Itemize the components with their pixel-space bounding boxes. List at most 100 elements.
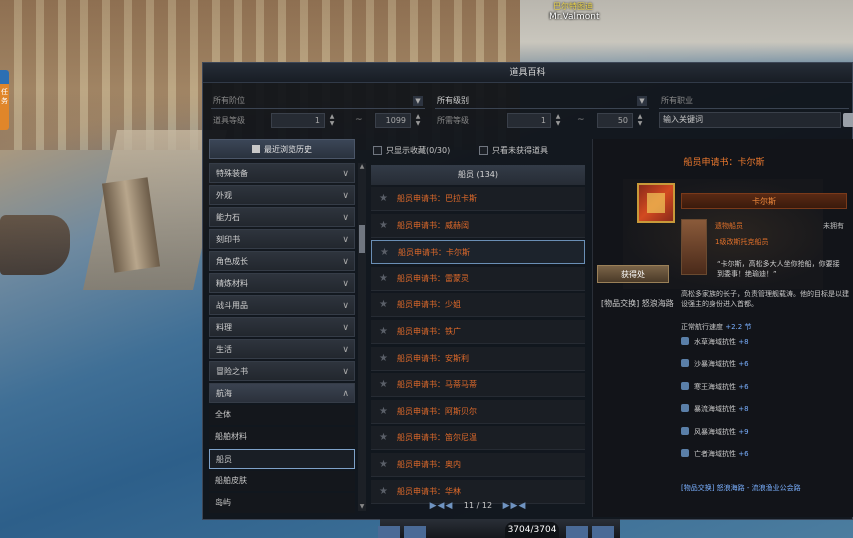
- item-level-max-input[interactable]: 1099: [375, 113, 411, 128]
- only-unobtained-checkbox[interactable]: 只看未获得道具: [479, 143, 548, 157]
- range-separator: ~: [355, 115, 363, 125]
- star-icon[interactable]: ★: [379, 214, 388, 238]
- list-item[interactable]: ★ 船员申请书：铁广: [371, 319, 585, 344]
- range-separator: ~: [577, 115, 585, 125]
- npc-name-label[interactable]: Mr.Valmont: [549, 12, 599, 22]
- chevron-down-icon: ∨: [342, 257, 349, 267]
- list-item[interactable]: ★ 船员申请书：阿斯贝尔: [371, 399, 585, 424]
- item-encyclopedia-window: 道具百科 所有阶位 ▼ 所有级别 ▼ 所有职业 道具等级 1 ▲ ▼ ~ 1099…: [202, 62, 853, 520]
- star-icon[interactable]: ★: [379, 347, 388, 371]
- skill-slot-icon[interactable]: [566, 526, 588, 538]
- resistance-label: 寒王海域抗性: [694, 383, 736, 391]
- required-level-min-stepper[interactable]: ▲ ▼: [553, 113, 563, 128]
- category-item[interactable]: 特殊装备 ∨: [209, 163, 355, 183]
- list-item[interactable]: ★ 船员申请书：巴拉卡斯: [371, 187, 585, 211]
- pagination: ▶◀◀ 11 / 12 ▶▶◀: [371, 497, 585, 515]
- star-icon[interactable]: ★: [380, 241, 389, 265]
- item-label: 船员申请书：马蒂马蒂: [397, 380, 477, 390]
- page-indicator: 11 / 12: [463, 501, 493, 510]
- resistance-label: 沙暴海域抗性: [694, 360, 736, 368]
- skill-slot-icon[interactable]: [378, 526, 400, 538]
- star-icon[interactable]: ★: [379, 267, 388, 291]
- checkbox-box[interactable]: [479, 145, 488, 155]
- list-item[interactable]: ★ 船员申请书：少姐: [371, 293, 585, 318]
- chevron-down-icon: ▼: [413, 96, 423, 106]
- star-icon[interactable]: ★: [379, 373, 388, 397]
- skill-slot-icon[interactable]: [592, 526, 614, 538]
- category-item[interactable]: 生活 ∨: [209, 339, 355, 359]
- item-level-max-stepper[interactable]: ▲ ▼: [413, 113, 423, 128]
- category-item[interactable]: 精炼材料 ∨: [209, 273, 355, 293]
- subcategory-item-selected[interactable]: 船员: [209, 449, 355, 469]
- star-icon[interactable]: ★: [379, 320, 388, 344]
- list-item[interactable]: ★ 船员申请书：安斯利: [371, 346, 585, 371]
- category-item[interactable]: 战斗用品 ∨: [209, 295, 355, 315]
- item-level-min-input[interactable]: 1: [271, 113, 325, 128]
- category-label: 生活: [216, 345, 232, 354]
- resistance-row: 寒王海域抗性 +6: [681, 380, 851, 394]
- subcategory-item[interactable]: 船舶材料: [209, 427, 355, 447]
- crew-description: 高松多家族的长子，负责管理舰载涛。他的目标是以建设强主的身份进入首都。: [681, 290, 849, 308]
- crew-portrait: [681, 219, 707, 275]
- required-level-max-stepper[interactable]: ▲ ▼: [635, 113, 645, 128]
- category-panel: 最近浏览历史 特殊装备 ∨ 外观 ∨ 能力石 ∨ 刻印书 ∨ 角色成长 ∨ 精炼材料 ∨ 战…: [209, 139, 366, 513]
- category-scrollbar[interactable]: ▲ ▼: [358, 163, 366, 511]
- list-item[interactable]: ★ 船员申请书：威赫阔: [371, 213, 585, 238]
- search-input[interactable]: 输入关键词: [659, 112, 841, 128]
- star-icon[interactable]: ★: [379, 400, 388, 424]
- crew-rank: 遗物船员: [715, 222, 743, 230]
- star-icon[interactable]: ★: [379, 187, 388, 211]
- list-item-selected[interactable]: ★ 船员申请书：卡尔斯: [371, 240, 585, 265]
- cold-icon: [681, 382, 689, 390]
- first-prev-page-icon[interactable]: ▶◀◀: [430, 501, 454, 511]
- category-item[interactable]: 能力石 ∨: [209, 207, 355, 227]
- category-item[interactable]: 料理 ∨: [209, 317, 355, 337]
- quest-side-tab[interactable]: 任务: [0, 70, 9, 130]
- tier-select[interactable]: 所有阶位 ▼: [211, 93, 425, 109]
- class-select[interactable]: 所有职业: [659, 93, 849, 109]
- subcategory-label: 船员: [216, 455, 232, 464]
- subcategory-item[interactable]: 岛屿: [209, 493, 355, 513]
- required-level-min-input[interactable]: 1: [507, 113, 551, 128]
- category-item[interactable]: 角色成长 ∨: [209, 251, 355, 271]
- scroll-down-icon[interactable]: ▼: [358, 503, 366, 511]
- search-icon[interactable]: [843, 113, 853, 127]
- item-label: 船员申请书：铁广: [397, 326, 461, 336]
- grade-select[interactable]: 所有级别 ▼: [435, 93, 649, 109]
- category-item[interactable]: 外观 ∨: [209, 185, 355, 205]
- list-item[interactable]: ★ 船员申请书：雷蒙灵: [371, 266, 585, 291]
- sailing-speed-value: +2.2 节: [725, 323, 752, 331]
- next-last-page-icon[interactable]: ▶▶◀: [503, 501, 527, 511]
- window-title[interactable]: 道具百科: [203, 63, 852, 83]
- subcategory-item[interactable]: 船舶皮肤: [209, 471, 355, 491]
- list-item[interactable]: ★ 船员申请书：笛尔尼温: [371, 426, 585, 451]
- star-icon[interactable]: ★: [379, 293, 388, 317]
- category-label: 外观: [216, 191, 232, 200]
- list-header: 船员 (134): [371, 165, 585, 185]
- crew-application-icon: [637, 183, 675, 223]
- subcategory-item[interactable]: 全体: [209, 405, 355, 425]
- category-item[interactable]: 冒险之书 ∨: [209, 361, 355, 381]
- chevron-down-icon: ∨: [342, 191, 349, 201]
- source-link[interactable]: [物品交换] 怒浪海路 - 流浪渔业公会路: [681, 483, 801, 493]
- acquisition-button[interactable]: 获得处: [597, 265, 669, 283]
- star-icon[interactable]: ★: [379, 453, 388, 477]
- list-item[interactable]: ★ 船员申请书：奥内: [371, 452, 585, 477]
- checkbox-box[interactable]: [373, 145, 382, 155]
- resistance-row: 水草海域抗性 +8: [681, 335, 851, 349]
- sailing-speed-label: 正常航行速度: [681, 323, 723, 331]
- storm-icon: [681, 427, 689, 435]
- skill-slot-icon[interactable]: [404, 526, 426, 538]
- item-level-min-stepper[interactable]: ▲ ▼: [327, 113, 337, 128]
- category-item[interactable]: 刻印书 ∨: [209, 229, 355, 249]
- star-icon[interactable]: ★: [379, 426, 388, 450]
- required-level-max-input[interactable]: 50: [597, 113, 633, 128]
- scroll-up-icon[interactable]: ▲: [358, 163, 366, 171]
- only-favorites-checkbox[interactable]: 只显示收藏(0/30): [373, 143, 450, 157]
- list-item[interactable]: ★ 船员申请书：马蒂马蒂: [371, 373, 585, 398]
- owned-status: 未拥有: [823, 222, 844, 230]
- scrollbar-thumb[interactable]: [359, 225, 365, 253]
- category-label: 冒险之书: [216, 367, 248, 376]
- category-item-voyage[interactable]: 航海 ∧: [209, 383, 355, 403]
- recent-history-button[interactable]: 最近浏览历史: [209, 139, 355, 159]
